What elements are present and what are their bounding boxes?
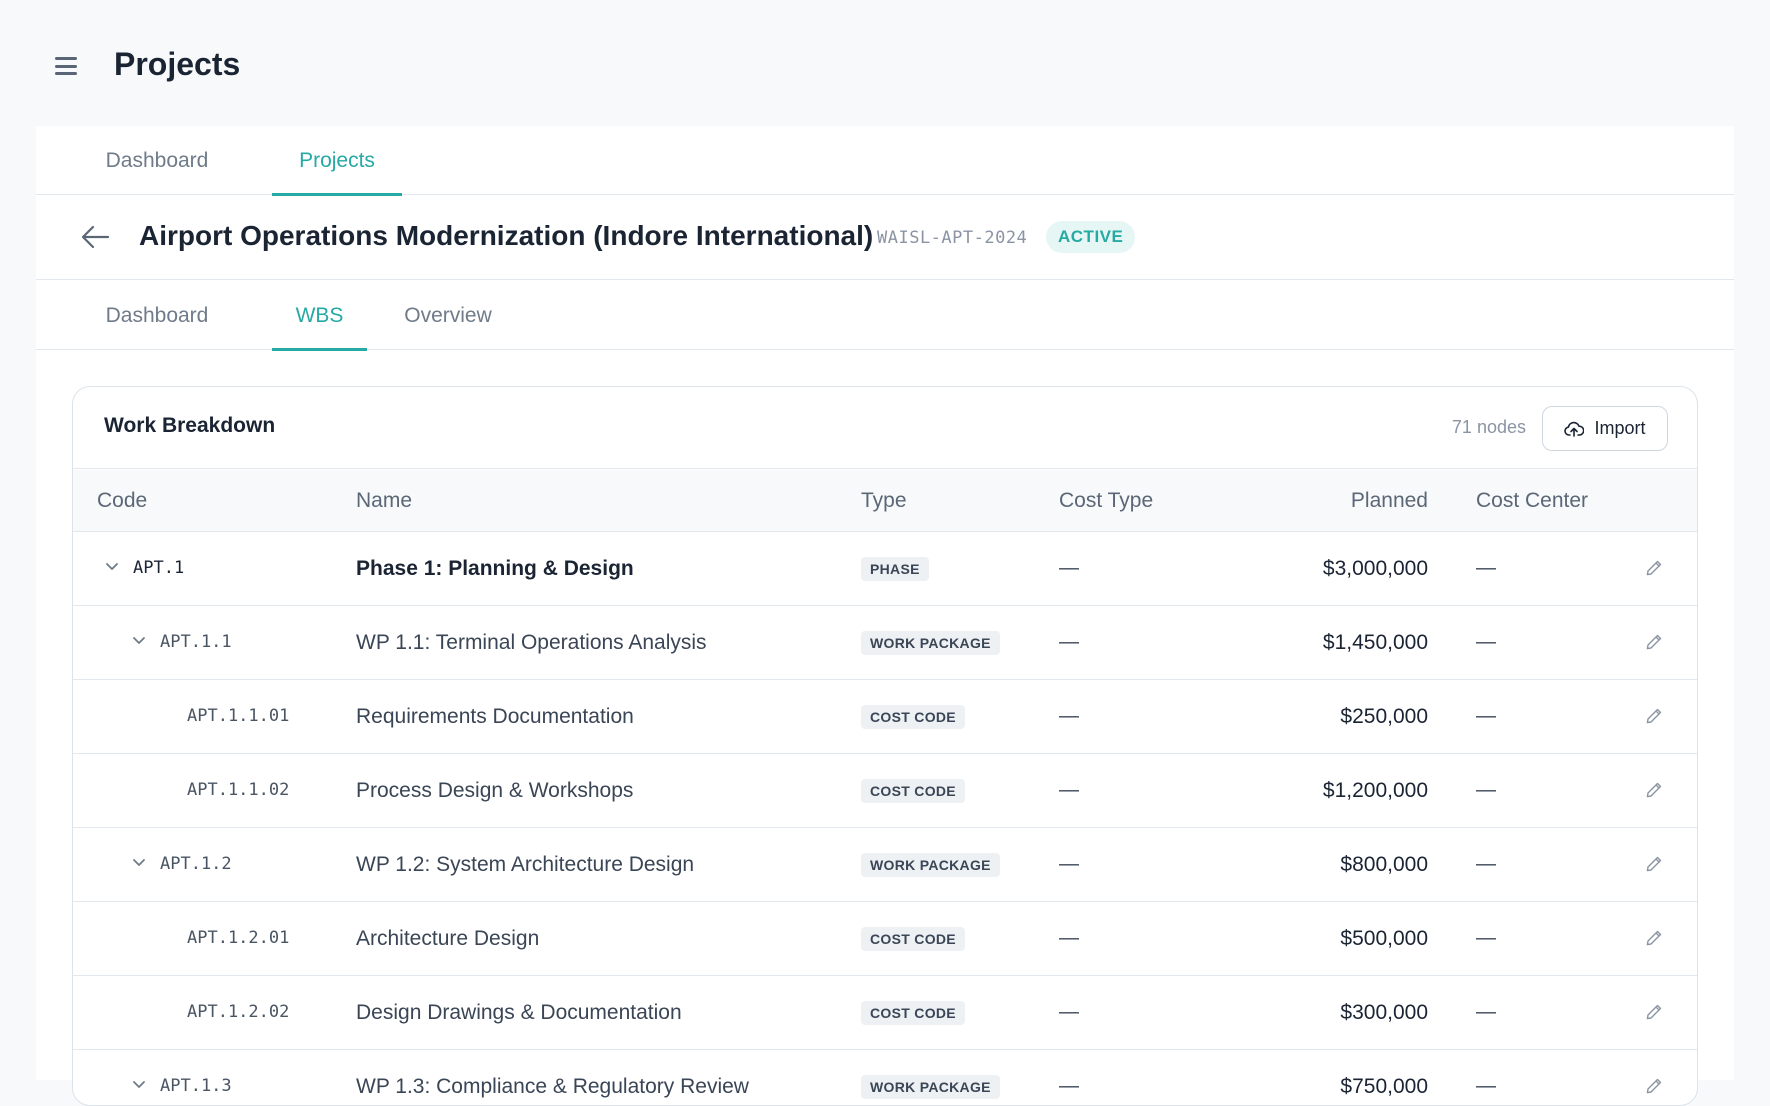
cost-type-value: — bbox=[1059, 1075, 1079, 1097]
cost-type-value: — bbox=[1059, 631, 1079, 653]
type-badge: WORK PACKAGE bbox=[861, 853, 1000, 877]
wbs-name: Requirements Documentation bbox=[356, 705, 634, 728]
wbs-name: Phase 1: Planning & Design bbox=[356, 557, 634, 580]
wbs-name: Design Drawings & Documentation bbox=[356, 1001, 682, 1024]
pencil-icon[interactable] bbox=[1644, 780, 1664, 800]
cost-type-value: — bbox=[1059, 705, 1079, 727]
cost-center-value: — bbox=[1476, 1001, 1496, 1023]
wbs-card-header: Work Breakdown 71 nodes Import bbox=[73, 387, 1697, 469]
col-cost-center: Cost Center bbox=[1476, 489, 1589, 512]
cost-center-value: — bbox=[1476, 557, 1496, 579]
project-code: WAISL-APT-2024 bbox=[877, 228, 1028, 248]
table-row[interactable]: APT.1.2.02 Design Drawings & Documentatio… bbox=[73, 976, 1697, 1050]
table-row[interactable]: APT.1 Phase 1: Planning & Design PHASE — $3,… bbox=[73, 532, 1697, 606]
pencil-icon[interactable] bbox=[1644, 632, 1664, 652]
cost-type-value: — bbox=[1059, 557, 1079, 579]
table-row[interactable]: APT.1.1.02 Process Design & Workshops COST… bbox=[73, 754, 1697, 828]
table-row[interactable]: APT.1.1 WP 1.1: Terminal Operations Analy… bbox=[73, 606, 1697, 680]
wbs-code: APT.1.2.02 bbox=[187, 1002, 290, 1022]
planned-value: $300,000 bbox=[1340, 1001, 1428, 1024]
import-label: Import bbox=[1594, 418, 1646, 438]
type-badge: WORK PACKAGE bbox=[861, 631, 1000, 655]
type-badge: COST CODE bbox=[861, 1001, 965, 1025]
planned-value: $500,000 bbox=[1340, 927, 1428, 950]
pencil-icon[interactable] bbox=[1644, 854, 1664, 874]
wbs-code: APT.1.2 bbox=[160, 854, 232, 874]
chevron-down-icon[interactable] bbox=[132, 1080, 146, 1090]
cost-center-value: — bbox=[1476, 1075, 1496, 1097]
planned-value: $3,000,000 bbox=[1322, 557, 1428, 580]
page-title: Projects bbox=[114, 46, 241, 82]
wbs-title: Work Breakdown bbox=[104, 414, 276, 437]
type-badge: COST CODE bbox=[861, 779, 965, 803]
cost-center-value: — bbox=[1476, 779, 1496, 801]
chevron-down-icon[interactable] bbox=[132, 858, 146, 868]
tab-wbs[interactable]: WBS bbox=[272, 281, 367, 351]
pencil-icon[interactable] bbox=[1644, 928, 1664, 948]
col-planned: Planned bbox=[1350, 489, 1428, 512]
tab-overview[interactable]: Overview bbox=[394, 281, 502, 350]
planned-value: $1,450,000 bbox=[1322, 631, 1428, 654]
type-badge: PHASE bbox=[861, 557, 929, 581]
type-badge: COST CODE bbox=[861, 705, 965, 729]
pencil-icon[interactable] bbox=[1644, 558, 1664, 578]
wbs-card: Work Breakdown 71 nodes Import Code Name… bbox=[72, 386, 1698, 1106]
pencil-icon[interactable] bbox=[1644, 706, 1664, 726]
pencil-icon[interactable] bbox=[1644, 1076, 1664, 1096]
chevron-down-icon[interactable] bbox=[105, 562, 119, 572]
cloud-upload-icon bbox=[1564, 421, 1585, 437]
col-code: Code bbox=[97, 489, 148, 512]
cost-center-value: — bbox=[1476, 927, 1496, 949]
cost-center-value: — bbox=[1476, 705, 1496, 727]
wbs-code: APT.1.2.01 bbox=[187, 928, 290, 948]
project-tabs: Dashboard WBS Overview bbox=[36, 281, 1734, 351]
table-header: Code Name Type Cost Type Planned Cost Ce… bbox=[73, 470, 1697, 532]
wbs-code: APT.1.1.02 bbox=[187, 780, 290, 800]
col-name: Name bbox=[356, 489, 413, 512]
back-arrow-icon[interactable] bbox=[80, 224, 110, 250]
wbs-name: WP 1.1: Terminal Operations Analysis bbox=[356, 631, 707, 654]
cost-center-value: — bbox=[1476, 631, 1496, 653]
col-type: Type bbox=[861, 489, 907, 512]
menu-icon[interactable] bbox=[55, 57, 77, 75]
project-title: Airport Operations Modernization (Indore… bbox=[139, 220, 874, 251]
node-count: 71 nodes bbox=[1451, 417, 1526, 437]
wbs-code: APT.1.3 bbox=[160, 1076, 232, 1096]
table-row[interactable]: APT.1.3 WP 1.3: Compliance & Regulatory R… bbox=[73, 1050, 1697, 1105]
tab-projects[interactable]: Projects bbox=[272, 126, 402, 196]
cost-type-value: — bbox=[1059, 853, 1079, 875]
wbs-name: Architecture Design bbox=[356, 927, 540, 950]
cost-type-value: — bbox=[1059, 927, 1079, 949]
wbs-code: APT.1 bbox=[133, 558, 185, 578]
wbs-name: WP 1.3: Compliance & Regulatory Review bbox=[356, 1075, 749, 1098]
pencil-icon[interactable] bbox=[1644, 1002, 1664, 1022]
tab-project-dashboard[interactable]: Dashboard bbox=[96, 281, 218, 350]
wbs-code: APT.1.1 bbox=[160, 632, 232, 652]
tab-dashboard[interactable]: Dashboard bbox=[96, 126, 218, 195]
planned-value: $250,000 bbox=[1340, 705, 1428, 728]
project-header: Airport Operations Modernization (Indore… bbox=[36, 196, 1734, 280]
cost-center-value: — bbox=[1476, 853, 1496, 875]
import-button[interactable]: Import bbox=[1542, 406, 1668, 451]
table-row[interactable]: APT.1.2.01 Architecture Design COST CODE — $… bbox=[73, 902, 1697, 976]
wbs-name: Process Design & Workshops bbox=[356, 779, 634, 802]
planned-value: $750,000 bbox=[1340, 1075, 1428, 1098]
type-badge: WORK PACKAGE bbox=[861, 1075, 1000, 1099]
status-badge: ACTIVE bbox=[1046, 221, 1136, 253]
cost-type-value: — bbox=[1059, 1001, 1079, 1023]
wbs-name: WP 1.2: System Architecture Design bbox=[356, 853, 695, 876]
col-cost-type: Cost Type bbox=[1059, 489, 1154, 512]
table-row[interactable]: APT.1.1.01 Requirements Documentation COST… bbox=[73, 680, 1697, 754]
type-badge: COST CODE bbox=[861, 927, 965, 951]
table-row[interactable]: APT.1.2 WP 1.2: System Architecture Desig… bbox=[73, 828, 1697, 902]
app-header: Projects bbox=[0, 0, 1770, 126]
wbs-code: APT.1.1.01 bbox=[187, 706, 290, 726]
top-tabs: Dashboard Projects bbox=[36, 126, 1734, 196]
chevron-down-icon[interactable] bbox=[132, 636, 146, 646]
planned-value: $1,200,000 bbox=[1322, 779, 1428, 802]
planned-value: $800,000 bbox=[1340, 853, 1428, 876]
cost-type-value: — bbox=[1059, 779, 1079, 801]
